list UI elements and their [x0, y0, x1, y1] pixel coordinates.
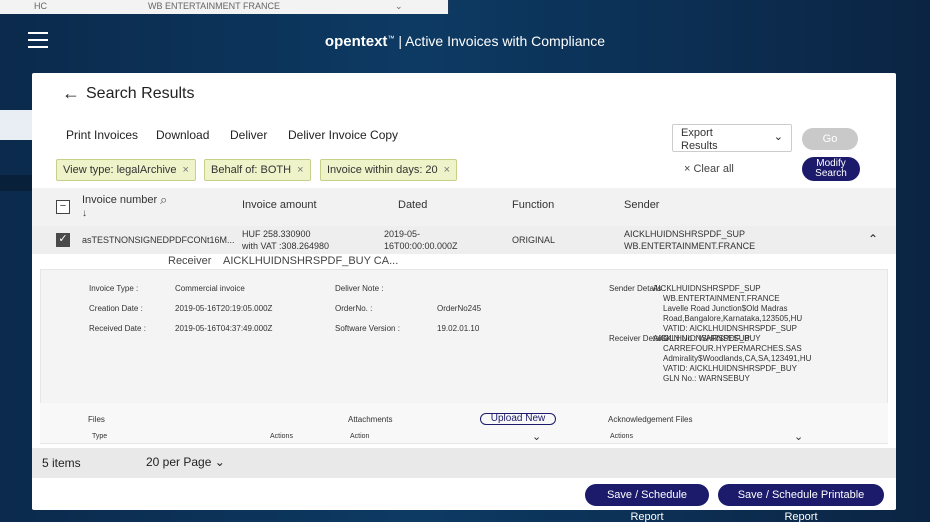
receiver-value: AICKLHUIDNSHRSPDF_BUY CA...	[223, 255, 399, 267]
go-button[interactable]: Go	[802, 128, 858, 150]
item-count: 5 items	[42, 456, 81, 470]
app-brand: opentext™ | Active Invoices with Complia…	[0, 33, 930, 50]
row-checkbox[interactable]: ✓	[56, 233, 70, 247]
receiver-detail-line: GLN No.: WARNSEBUY	[663, 374, 750, 383]
creation-date-label: Creation Date :	[89, 304, 143, 313]
column-invoice-amount: Invoice amount	[242, 199, 317, 211]
sender-detail-line: WB.ENTERTAINMENT.FRANCE	[663, 294, 780, 303]
chip-label: View type: legalArchive	[63, 164, 177, 176]
filter-chip-invoice-days[interactable]: Invoice within days: 20 ×	[320, 159, 458, 181]
type-column: Type	[92, 433, 108, 440]
receiver-line: Receiver AICKLHUIDNSHRSPDF_BUY CA...	[168, 255, 398, 267]
received-date-label: Received Date :	[89, 324, 146, 333]
ghost-chevron-icon: ⌄	[395, 1, 403, 11]
filter-chip-behalf-of[interactable]: Behalf of: BOTH ×	[204, 159, 311, 181]
dated-time-cell: 16T00:00:00.000Z	[384, 241, 458, 251]
function-cell: ORIGINAL	[512, 235, 556, 245]
invoice-number-cell[interactable]: asTESTNONSIGNEDPDFCONt16M...	[82, 235, 235, 245]
page-header: ← Search Results	[62, 83, 195, 104]
sender-cell: AICKLHUIDNSHRSPDF_SUP	[624, 229, 746, 239]
creation-date-value: 2019-05-16T20:19:05.000Z	[175, 304, 273, 313]
sender-detail-line: Lavelle Road Junction$Old Madras Road,Ba…	[663, 304, 803, 323]
deliver-note-label: Deliver Note :	[335, 284, 384, 293]
invoice-type-label: Invoice Type :	[89, 284, 139, 293]
save-schedule-printable-report-button[interactable]: Save / Schedule Printable Report	[718, 484, 884, 522]
top-navigation-bar: opentext™ | Active Invoices with Complia…	[0, 18, 930, 68]
close-icon[interactable]: ×	[183, 164, 189, 176]
dated-cell: 2019-05-	[384, 229, 421, 239]
receiver-detail-line: Admirality$Woodlands,CA,SA,123491,HU	[663, 354, 812, 363]
page-title: Search Results	[86, 84, 195, 102]
ghost-left-text: HC	[34, 1, 47, 11]
collapse-chevron-up-icon[interactable]: ⌃	[868, 232, 878, 246]
save-schedule-report-button[interactable]: Save / Schedule Report	[585, 484, 709, 522]
receiver-label: Receiver	[168, 255, 212, 267]
upload-new-button[interactable]: Upload New	[480, 413, 556, 425]
software-version-label: Software Version :	[335, 324, 400, 333]
column-invoice-number[interactable]: Invoice number	[82, 194, 157, 206]
receiver-detail-line: AICKLHUIDNSHRSPDF_BUY	[653, 334, 761, 343]
table-header: − Invoice number ⌕ ↓ Invoice amount Date…	[32, 188, 896, 226]
column-dated: Dated	[398, 199, 428, 211]
actions-column: Actions	[270, 433, 293, 440]
product-name: Active Invoices with Compliance	[405, 33, 606, 49]
invoice-type-value: Commercial invoice	[175, 284, 245, 293]
chevron-down-icon: ⌄	[214, 455, 225, 469]
attachments-label: Attachments	[348, 415, 393, 424]
amount-cell: HUF 258.330900	[242, 229, 311, 239]
chevron-down-icon[interactable]: ⌄	[794, 430, 803, 443]
ack-files-label: Acknowledgement Files	[608, 415, 693, 424]
chevron-down-icon[interactable]: ⌄	[532, 430, 541, 443]
sender-detail-line: AICKLHUIDNSHRSPDF_SUP	[653, 284, 761, 293]
trademark-mark: ™	[387, 35, 395, 43]
column-sender: Sender	[624, 199, 660, 211]
back-arrow-icon[interactable]: ←	[62, 83, 80, 104]
print-invoices-link[interactable]: Print Invoices	[66, 128, 138, 142]
received-date-value: 2019-05-16T04:37:49.000Z	[175, 324, 273, 333]
files-table-header: Type Actions Action ⌄ Actions ⌄	[62, 430, 852, 445]
close-icon[interactable]: ×	[444, 164, 450, 176]
export-results-select[interactable]: Export Results ⌄	[672, 124, 792, 152]
table-row[interactable]: ✓ asTESTNONSIGNEDPDFCONt16M... HUF 258.3…	[32, 226, 896, 254]
sender-company-cell: WB.ENTERTAINMENT.FRANCE	[624, 241, 756, 251]
background-window-strip: HC WB ENTERTAINMENT FRANCE ⌄	[0, 0, 450, 14]
per-page-value: 20 per Page	[146, 455, 212, 469]
select-all-checkbox[interactable]: −	[56, 200, 70, 214]
chip-label: Invoice within days: 20	[327, 164, 438, 176]
files-label: Files	[88, 415, 105, 424]
export-select-line2: Results	[681, 140, 718, 152]
chevron-down-icon: ⌄	[773, 131, 783, 143]
export-select-line1: Export	[681, 127, 713, 139]
deliver-invoice-copy-link[interactable]: Deliver Invoice Copy	[288, 128, 398, 142]
receiver-details-block: AICKLHUIDNSHRSPDF_BUY CARREFOUR.HYPERMAR…	[653, 334, 811, 384]
opentext-logo: opentext	[324, 33, 388, 50]
modify-search-button[interactable]: Modify Search	[802, 157, 860, 181]
sort-down-arrow-icon[interactable]: ↓	[82, 208, 87, 219]
receiver-detail-line: CARREFOUR.HYPERMARCHES.SAS	[663, 344, 802, 353]
per-page-select[interactable]: 20 per Page ⌄	[146, 455, 225, 469]
clear-all-link[interactable]: × Clear all	[684, 163, 734, 175]
close-icon[interactable]: ×	[297, 164, 303, 176]
amount-vat-cell: with VAT :308.264980	[242, 241, 330, 251]
software-version-value: 19.02.01.10	[437, 324, 480, 333]
download-link[interactable]: Download	[156, 128, 209, 142]
search-icon[interactable]: ⌕	[160, 192, 167, 208]
brand-divider: |	[398, 33, 402, 49]
order-no-value: OrderNo245	[437, 304, 482, 313]
chip-label: Behalf of: BOTH	[211, 164, 292, 176]
background-dark-strip	[0, 175, 32, 191]
ack-actions-column: Actions	[610, 433, 633, 440]
pagination-footer: 5 items 20 per Page ⌄	[32, 448, 896, 478]
filter-chip-view-type[interactable]: View type: legalArchive ×	[56, 159, 196, 181]
receiver-detail-line: VATID: AICKLHUIDNSHRSPDF_BUY	[663, 364, 797, 373]
deliver-link[interactable]: Deliver	[230, 128, 267, 142]
attachment-action-column: Action	[350, 433, 370, 440]
search-label: Search	[815, 168, 847, 179]
order-no-label: OrderNo. :	[335, 304, 373, 313]
column-function: Function	[512, 199, 555, 211]
search-results-panel: ← Search Results Print Invoices Download…	[32, 73, 896, 522]
background-panel-strip	[0, 110, 32, 140]
ghost-center-text: WB ENTERTAINMENT FRANCE	[148, 1, 281, 11]
sender-detail-line: VATID: AICKLHUIDNSHRSPDF_SUP	[663, 324, 797, 333]
